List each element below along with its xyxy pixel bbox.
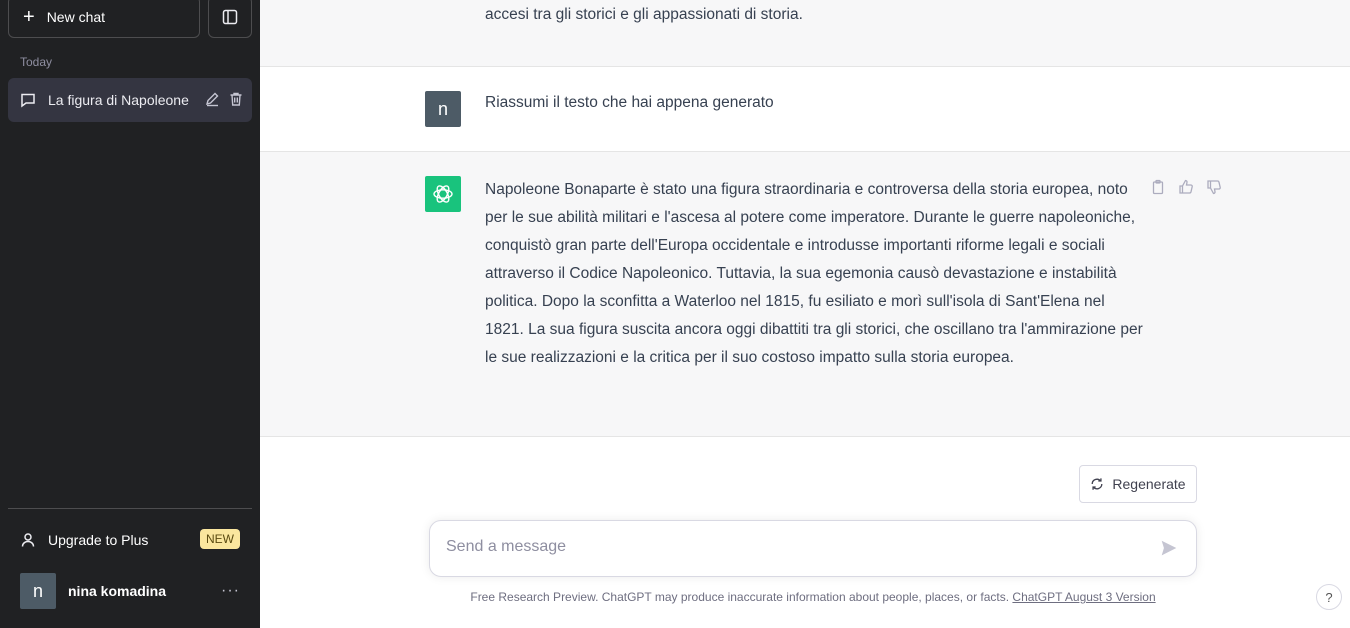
help-button[interactable]: ? xyxy=(1316,584,1342,610)
sidebar: + New chat Today La figura di Napoleone xyxy=(0,0,260,628)
message-composer xyxy=(429,520,1197,577)
thumbs-up-icon[interactable] xyxy=(1178,179,1194,195)
assistant-message-previous: accesi tra gli storici e gli appassionat… xyxy=(260,0,1350,67)
copy-icon[interactable] xyxy=(1150,179,1166,195)
assistant-message-text: Napoleone Bonaparte è stato una figura s… xyxy=(485,181,1143,366)
version-link[interactable]: ChatGPT August 3 Version xyxy=(1012,590,1155,604)
footer-text: Free Research Preview. ChatGPT may produ… xyxy=(470,590,1013,604)
sidebar-icon xyxy=(222,9,238,25)
regenerate-label: Regenerate xyxy=(1112,476,1186,492)
edit-icon[interactable] xyxy=(204,91,220,112)
upgrade-label: Upgrade to Plus xyxy=(48,532,149,548)
user-message: n Riassumi il testo che hai appena gener… xyxy=(260,67,1350,152)
new-badge: NEW xyxy=(200,529,240,549)
toggle-sidebar-button[interactable] xyxy=(208,0,252,38)
sidebar-divider xyxy=(8,508,252,509)
assistant-message: Napoleone Bonaparte è stato una figura s… xyxy=(260,152,1350,437)
user-name: nina komadina xyxy=(68,583,167,599)
chat-history-title: La figura di Napoleone xyxy=(48,92,189,108)
user-avatar: n xyxy=(425,91,461,127)
message-actions xyxy=(1150,179,1222,195)
refresh-icon xyxy=(1090,477,1104,491)
user-message-text: Riassumi il testo che hai appena generat… xyxy=(485,94,774,111)
upgrade-to-plus-button[interactable]: Upgrade to Plus NEW xyxy=(8,520,252,560)
footer-disclaimer: Free Research Preview. ChatGPT may produ… xyxy=(260,590,1350,604)
new-chat-label: New chat xyxy=(46,9,106,25)
avatar: n xyxy=(20,573,56,609)
user-menu[interactable]: n nina komadina ··· xyxy=(8,566,252,616)
chat-main: accesi tra gli storici e gli appassionat… xyxy=(260,0,1350,628)
chatgpt-logo-icon xyxy=(425,176,461,212)
user-icon xyxy=(21,533,35,547)
regenerate-button[interactable]: Regenerate xyxy=(1079,465,1197,503)
section-label-today: Today xyxy=(20,55,53,69)
thumbs-down-icon[interactable] xyxy=(1206,179,1222,195)
message-input[interactable] xyxy=(446,538,1126,556)
chat-bubble-icon xyxy=(21,93,35,108)
chat-history-item[interactable]: La figura di Napoleone xyxy=(8,78,252,122)
message-text: accesi tra gli storici e gli appassionat… xyxy=(485,6,803,23)
send-icon[interactable] xyxy=(1160,539,1178,557)
trash-icon[interactable] xyxy=(228,91,244,112)
more-options-icon[interactable]: ··· xyxy=(221,582,240,600)
plus-icon: + xyxy=(23,6,35,28)
new-chat-button[interactable]: + New chat xyxy=(8,0,200,38)
